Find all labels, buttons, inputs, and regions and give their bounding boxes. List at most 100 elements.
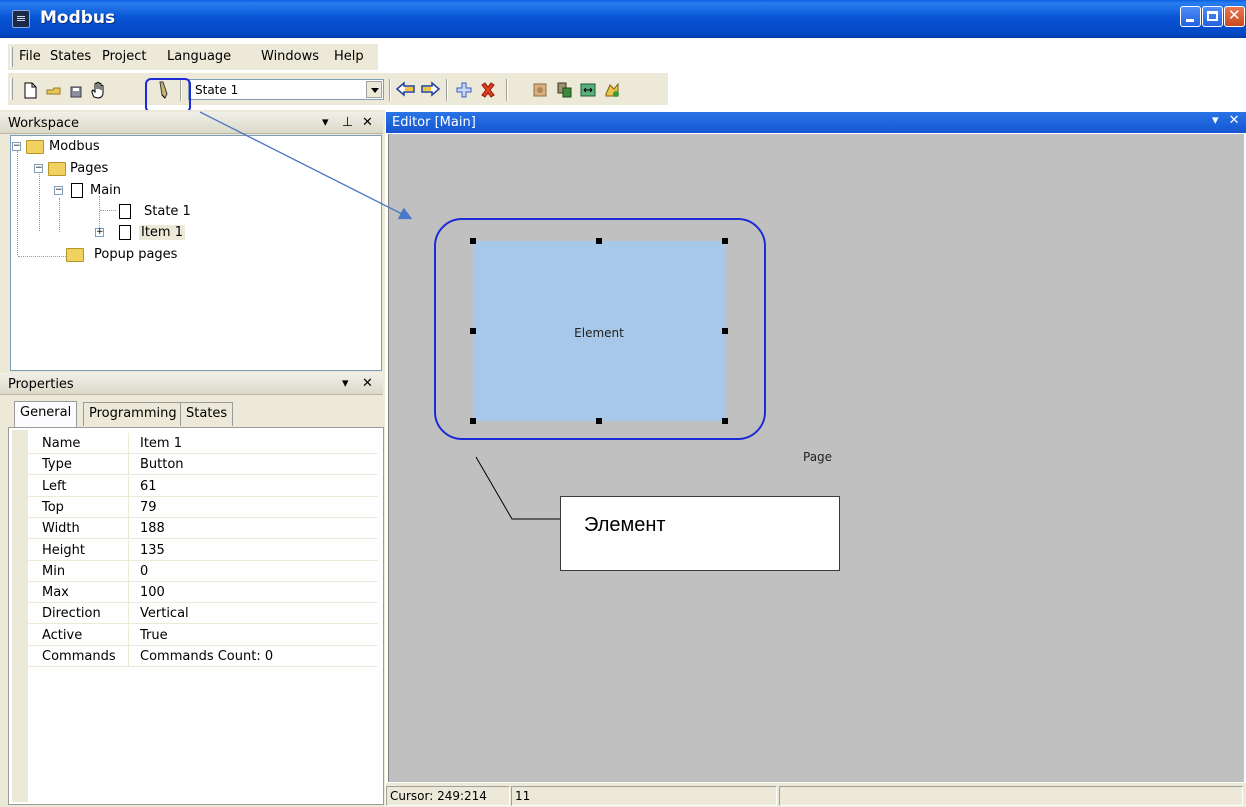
close-button[interactable]: ✕ <box>1224 6 1245 27</box>
workspace-header: Workspace ▾ ⊥ ✕ <box>0 112 383 134</box>
menu-file[interactable]: File <box>19 49 41 64</box>
add-icon[interactable] <box>454 80 474 100</box>
close-icon[interactable]: ✕ <box>362 376 373 391</box>
properties-title: Properties <box>8 377 74 392</box>
panel-dropdown-icon[interactable]: ▾ <box>342 376 349 391</box>
property-value[interactable]: 0 <box>140 564 148 579</box>
open-folder-icon[interactable] <box>44 80 64 100</box>
run-icon[interactable] <box>602 80 622 100</box>
property-row[interactable]: Top 79 <box>28 496 378 518</box>
menu-help[interactable]: Help <box>334 49 364 64</box>
collapse-icon[interactable]: − <box>34 164 43 173</box>
property-value[interactable]: Button <box>140 457 184 472</box>
property-name: Height <box>42 542 85 558</box>
document-icon <box>71 183 83 198</box>
property-row[interactable]: Direction Vertical <box>28 603 378 625</box>
menu-language[interactable]: Language <box>167 49 231 64</box>
toolbar-grip[interactable] <box>10 78 13 100</box>
delete-icon[interactable] <box>478 80 498 100</box>
property-value[interactable]: 188 <box>140 521 165 536</box>
previous-state-icon[interactable] <box>395 80 415 100</box>
column-divider <box>128 433 129 454</box>
page-icon <box>119 204 131 219</box>
menu-states[interactable]: States <box>50 49 91 64</box>
tree-line <box>39 171 40 231</box>
tab-programming[interactable]: Programming <box>83 402 183 426</box>
app-icon[interactable] <box>12 10 30 28</box>
window-title: Modbus <box>40 8 116 28</box>
status-empty <box>779 786 1243 806</box>
tree-node-main[interactable]: − Main <box>54 182 254 200</box>
close-icon[interactable]: ✕ <box>1229 113 1240 128</box>
expand-icon[interactable]: + <box>95 228 104 237</box>
workspace-title: Workspace <box>8 116 80 131</box>
menu-windows[interactable]: Windows <box>261 49 319 64</box>
next-state-icon[interactable] <box>419 80 441 100</box>
property-row[interactable]: Name Item 1 <box>28 433 378 454</box>
panel-dropdown-icon[interactable]: ▾ <box>1212 113 1219 128</box>
property-name: Width <box>42 521 80 537</box>
column-divider <box>128 582 129 604</box>
folder-icon <box>26 140 44 154</box>
property-name: Left <box>42 478 67 494</box>
tree-node-modbus[interactable]: − Modbus <box>12 138 212 156</box>
tab-label: Programming <box>89 406 177 421</box>
collapse-icon[interactable]: − <box>54 186 63 195</box>
tree-label: Modbus <box>49 139 100 154</box>
element-highlight-frame <box>434 218 766 440</box>
tab-label: General <box>20 405 72 420</box>
property-row[interactable]: Commands Commands Count: 0 <box>28 646 378 667</box>
property-value[interactable]: Vertical <box>140 606 189 621</box>
tree-node-item-1[interactable]: + Item 1 <box>95 224 295 242</box>
menu-project[interactable]: Project <box>102 49 146 64</box>
tree-node-pages[interactable]: − Pages <box>34 160 234 178</box>
property-value[interactable]: True <box>140 628 168 643</box>
tab-general[interactable]: General <box>14 401 78 427</box>
settings-icon[interactable] <box>530 80 550 100</box>
cursor-status: Cursor: 249:214 <box>386 786 510 806</box>
save-icon[interactable] <box>66 80 86 100</box>
tab-states[interactable]: States <box>180 402 234 426</box>
state-select[interactable]: State 1 <box>188 79 384 100</box>
property-row[interactable]: Height 135 <box>28 539 378 561</box>
editor-controls: ▾ ✕ <box>1212 113 1240 128</box>
tool-highlight-frame <box>145 78 191 113</box>
property-value[interactable]: 135 <box>140 543 165 558</box>
column-divider <box>128 539 129 561</box>
property-name: Top <box>42 499 64 515</box>
new-file-icon[interactable] <box>20 80 40 100</box>
property-name: Direction <box>42 606 101 622</box>
property-row[interactable]: Min 0 <box>28 560 378 582</box>
properties-header: Properties ▾ ✕ <box>0 373 383 395</box>
minimize-button[interactable] <box>1180 6 1201 27</box>
property-row[interactable]: Type Button <box>28 454 378 476</box>
resize-icon[interactable] <box>578 80 598 100</box>
tree-label: Main <box>90 183 122 198</box>
column-divider <box>128 475 129 497</box>
property-value[interactable]: 61 <box>140 479 157 494</box>
menubar-grip[interactable] <box>10 47 13 67</box>
property-row[interactable]: Left 61 <box>28 475 378 497</box>
property-name: Min <box>42 563 66 579</box>
property-row[interactable]: Active True <box>28 624 378 646</box>
hand-tool-icon[interactable] <box>88 80 108 100</box>
tree-node-state-1[interactable]: State 1 <box>116 203 316 221</box>
property-row[interactable]: Width 188 <box>28 518 378 540</box>
property-value[interactable]: Item 1 <box>140 436 182 451</box>
pin-icon[interactable]: ⊥ <box>342 115 353 130</box>
collapse-icon[interactable]: − <box>12 142 21 151</box>
column-divider <box>128 646 129 667</box>
tree-node-popup-pages[interactable]: Popup pages <box>66 246 266 264</box>
callout-label: Элемент <box>584 514 666 536</box>
close-icon[interactable]: ✕ <box>362 115 373 130</box>
property-name: Type <box>42 457 72 473</box>
toolbar-separator <box>389 79 391 101</box>
property-value[interactable]: 79 <box>140 500 157 515</box>
maximize-button[interactable] <box>1202 6 1223 27</box>
property-value[interactable]: 100 <box>140 585 165 600</box>
property-value[interactable]: Commands Count: 0 <box>140 649 273 664</box>
property-row[interactable]: Max 100 <box>28 582 378 604</box>
panel-dropdown-icon[interactable]: ▾ <box>322 115 329 130</box>
copy-icon[interactable] <box>554 80 574 100</box>
chevron-down-icon[interactable] <box>366 81 382 98</box>
